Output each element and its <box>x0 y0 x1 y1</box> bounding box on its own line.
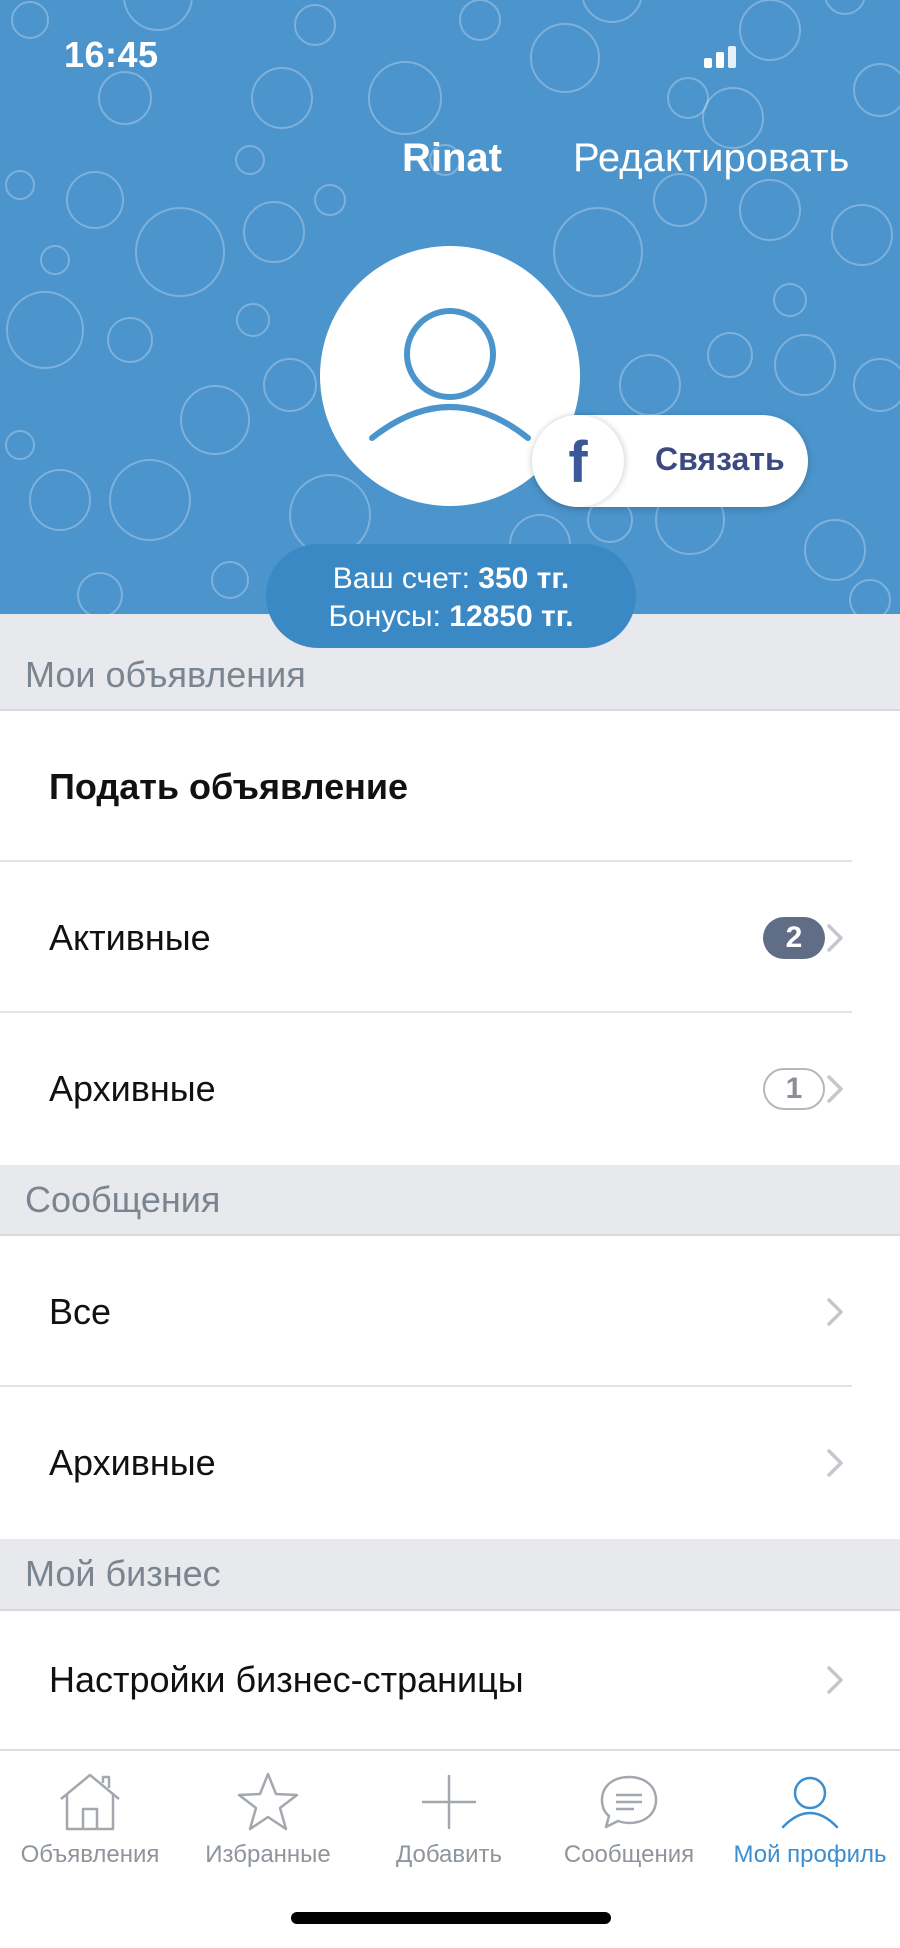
submit-ad-row[interactable]: Подать объявление <box>0 711 900 862</box>
active-ads-row[interactable]: Активные 2 <box>0 862 900 1013</box>
bonus-value: 12850 тг. <box>449 600 574 633</box>
profile-icon <box>781 1776 839 1829</box>
section-header-business: Мой бизнес <box>0 1539 900 1611</box>
messages-all-label: Все <box>49 1290 112 1332</box>
tab-messages-label: Сообщения <box>563 1841 695 1868</box>
tab-favorites[interactable]: Избранные <box>178 1769 358 1889</box>
tab-add-label: Добавить <box>395 1841 503 1868</box>
profile-header: 16:45 Rinat Редактировать f Связать <box>0 0 900 614</box>
facebook-letter: f <box>568 430 588 495</box>
archived-ads-row[interactable]: Архивные 1 <box>0 1013 900 1165</box>
account-label: Ваш счет: <box>332 562 470 595</box>
section-title-messages: Сообщения <box>25 1179 221 1220</box>
section-title-business: Мой бизнес <box>25 1553 221 1594</box>
tab-ads-label: Объявления <box>20 1841 160 1868</box>
archived-count-badge: 1 <box>763 1068 825 1110</box>
messages-archived-row[interactable]: Архивные <box>0 1387 900 1539</box>
tab-favorites-label: Избранные <box>205 1841 331 1868</box>
bonus-label: Бонусы: <box>328 600 441 633</box>
section-title-ads: Мои объявления <box>25 654 306 695</box>
chevron-right-icon <box>827 1075 843 1103</box>
tab-add[interactable]: Добавить <box>359 1769 539 1889</box>
account-value: 350 тг. <box>478 562 570 595</box>
home-indicator[interactable] <box>291 1912 611 1924</box>
chevron-right-icon <box>827 1666 843 1694</box>
tab-messages[interactable]: Сообщения <box>539 1769 719 1889</box>
active-ads-label: Активные <box>49 916 211 958</box>
star-icon <box>237 1772 299 1831</box>
home-icon <box>60 1773 120 1831</box>
tab-ads[interactable]: Объявления <box>0 1769 180 1889</box>
account-line: Ваш счет: 350 тг. <box>266 560 636 598</box>
facebook-icon: f <box>532 415 624 507</box>
submit-ad-label: Подать объявление <box>49 765 408 807</box>
plus-icon <box>422 1775 476 1829</box>
balance-badge[interactable]: Ваш счет: 350 тг. Бонусы: 12850 тг. <box>266 544 636 648</box>
status-time: 16:45 <box>64 34 159 75</box>
edit-profile-button[interactable]: Редактировать <box>573 136 849 181</box>
facebook-connect-label: Связать <box>655 441 785 477</box>
facebook-connect-button[interactable]: f Связать <box>532 415 808 507</box>
business-settings-label: Настройки бизнес-страницы <box>49 1659 524 1700</box>
tab-my-profile-label: Мой профиль <box>733 1841 887 1868</box>
messages-all-row[interactable]: Все <box>0 1236 900 1387</box>
chat-bubble-icon <box>600 1775 658 1829</box>
archived-ads-label: Архивные <box>49 1068 216 1109</box>
chevron-right-icon <box>827 1449 843 1477</box>
chevron-right-icon <box>827 923 843 952</box>
active-count-badge: 2 <box>763 916 825 959</box>
section-header-messages: Сообщения <box>0 1165 900 1236</box>
profile-name: Rinat <box>402 136 502 180</box>
chevron-right-icon <box>827 1297 843 1326</box>
messages-archived-label: Архивные <box>49 1442 216 1483</box>
bonus-line: Бонусы: 12850 тг. <box>266 598 636 636</box>
signal-icon <box>704 44 738 68</box>
business-settings-row[interactable]: Настройки бизнес-страницы <box>0 1611 900 1749</box>
tab-my-profile[interactable]: Мой профиль <box>720 1769 900 1889</box>
